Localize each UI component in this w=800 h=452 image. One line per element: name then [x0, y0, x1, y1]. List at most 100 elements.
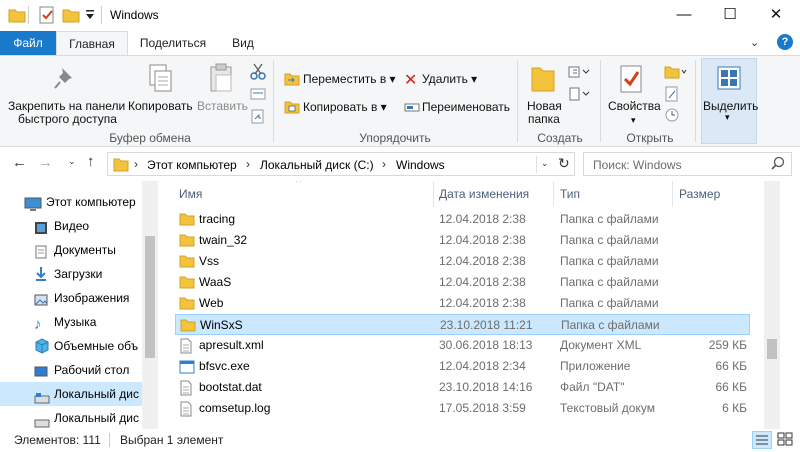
folder-icon: [113, 157, 129, 175]
open-group-label: Открыть: [626, 131, 674, 145]
pictures-icon: [34, 291, 48, 310]
move-to-button[interactable]: Переместить в ▾: [303, 72, 396, 86]
new-folder-icon[interactable]: [62, 6, 80, 24]
tab-file[interactable]: Файл: [0, 31, 56, 55]
close-button[interactable]: ✕: [753, 0, 799, 30]
nav-item-3d-objects[interactable]: Объемные объ: [0, 334, 142, 358]
file-size: 259 КБ: [708, 338, 747, 352]
table-row[interactable]: bootstat.dat 23.10.2018 14:16 Файл "DAT" 66…: [175, 377, 750, 398]
properties-button[interactable]: Свойства: [608, 99, 661, 113]
new-folder-button-line2[interactable]: папка: [528, 112, 560, 126]
file-date: 12.04.2018 2:34: [439, 359, 526, 373]
new-folder-button[interactable]: Новая: [527, 99, 562, 113]
large-icons-view-button[interactable]: [776, 431, 796, 449]
table-row[interactable]: Web 12.04.2018 2:38 Папка с файлами: [175, 293, 750, 314]
new-item-icon[interactable]: [568, 64, 592, 83]
column-header-size[interactable]: Размер: [679, 187, 720, 201]
file-date: 17.05.2018 3:59: [439, 401, 526, 415]
new-folder-icon: [530, 64, 556, 97]
maximize-button[interactable]: ☐: [707, 0, 753, 30]
column-divider[interactable]: [553, 181, 554, 207]
nav-item-documents[interactable]: Документы: [0, 238, 142, 262]
rename-button[interactable]: Переименовать: [422, 100, 510, 114]
up-arrow-icon[interactable]: ↑: [87, 153, 95, 170]
history-icon[interactable]: [664, 107, 680, 126]
large-icons-view-icon: [777, 432, 793, 446]
table-row[interactable]: comsetup.log 17.05.2018 3:59 Текстовый док…: [175, 398, 750, 419]
nav-item-this-pc[interactable]: Этот компьютер: [0, 190, 142, 214]
file-list-scrollbar[interactable]: [764, 181, 780, 429]
nav-item-videos[interactable]: Видео: [0, 214, 142, 238]
breadcrumb-separator-icon[interactable]: ›: [382, 157, 386, 171]
tab-share[interactable]: Поделиться: [130, 31, 216, 55]
select-button-label[interactable]: Выделить: [703, 99, 758, 113]
details-view-button[interactable]: [752, 431, 772, 449]
help-icon[interactable]: ?: [777, 34, 793, 50]
file-name: bootstat.dat: [199, 380, 262, 394]
copy-button[interactable]: Копировать: [128, 99, 193, 113]
chevron-down-icon[interactable]: ▾: [725, 112, 730, 123]
tab-home[interactable]: Главная: [56, 31, 128, 55]
open-icon[interactable]: [664, 64, 688, 83]
customize-quick-access-icon[interactable]: [84, 8, 96, 25]
nav-label: Видео: [54, 219, 90, 233]
easy-access-icon[interactable]: [568, 86, 592, 105]
breadcrumb-this-pc[interactable]: Этот компьютер: [147, 158, 237, 172]
paste-button[interactable]: Вставить: [197, 99, 248, 113]
search-icon[interactable]: [770, 156, 786, 175]
paste-shortcut-icon[interactable]: [250, 108, 266, 127]
table-row[interactable]: Vss 12.04.2018 2:38 Папка с файлами: [175, 251, 750, 272]
edit-icon[interactable]: [664, 86, 680, 105]
back-arrow-icon[interactable]: ←: [12, 154, 27, 171]
pin-button[interactable]: Закрепить на панели: [8, 99, 125, 113]
file-type: Папка с файлами: [560, 296, 659, 310]
column-header-type[interactable]: Тип: [560, 187, 580, 201]
table-row[interactable]: tracing 12.04.2018 2:38 Папка с файлами: [175, 209, 750, 230]
copy-to-button[interactable]: Копировать в ▾: [303, 100, 387, 114]
breadcrumb-local-disk[interactable]: Локальный диск (C:): [260, 158, 374, 172]
computer-icon: [24, 195, 42, 214]
column-divider[interactable]: [672, 181, 673, 207]
chevron-down-icon[interactable]: ▾: [631, 115, 636, 126]
file-type: Файл "DAT": [560, 380, 625, 394]
copy-path-icon[interactable]: [250, 86, 266, 105]
breadcrumb-separator-icon[interactable]: ›: [134, 157, 138, 171]
nav-label: Рабочий стол: [54, 363, 130, 377]
table-row[interactable]: WinSxS 23.10.2018 11:21 Папка с файлами: [175, 314, 750, 335]
minimize-button[interactable]: —: [661, 0, 707, 30]
table-row[interactable]: twain_32 12.04.2018 2:38 Папка с файлами: [175, 230, 750, 251]
nav-label: Музыка: [54, 315, 97, 329]
table-row[interactable]: WaaS 12.04.2018 2:38 Папка с файлами: [175, 272, 750, 293]
nav-item-desktop[interactable]: Рабочий стол: [0, 358, 142, 382]
column-divider[interactable]: [433, 181, 434, 207]
file-size: 66 КБ: [715, 359, 747, 373]
table-row[interactable]: bfsvc.exe 12.04.2018 2:34 Приложение 66 КБ: [175, 356, 750, 377]
nav-item-local-disk-c[interactable]: Локальный дис: [0, 382, 142, 406]
nav-item-downloads[interactable]: Загрузки: [0, 262, 142, 286]
file-list-scrollbar-thumb[interactable]: [767, 339, 777, 359]
search-input[interactable]: Поиск: Windows: [583, 152, 792, 176]
refresh-icon[interactable]: ↻: [558, 155, 570, 172]
nav-item-pictures[interactable]: Изображения: [0, 286, 142, 310]
nav-item-local-disk-d[interactable]: Локальный дис: [0, 406, 142, 429]
column-header-name[interactable]: Имя: [179, 187, 202, 201]
delete-button[interactable]: Удалить ▾: [422, 72, 477, 86]
chevron-down-icon[interactable]: ⌄: [750, 36, 759, 49]
recent-locations-icon[interactable]: ⌄: [68, 156, 76, 167]
status-bar: Элементов: 111 Выбран 1 элемент: [0, 429, 800, 452]
nav-scrollbar-thumb[interactable]: [145, 236, 155, 358]
table-row[interactable]: apresult.xml 30.06.2018 18:13 Документ XML…: [175, 335, 750, 356]
chevron-down-icon[interactable]: ⌄: [541, 158, 549, 169]
breadcrumb-windows[interactable]: Windows: [396, 158, 445, 172]
file-type: Папка с файлами: [560, 212, 659, 226]
tab-view[interactable]: Вид: [220, 31, 266, 55]
pin-button-line2[interactable]: быстрого доступа: [18, 112, 117, 126]
forward-arrow-icon[interactable]: →: [38, 154, 53, 171]
cut-icon[interactable]: [250, 63, 266, 84]
breadcrumb-separator-icon[interactable]: ›: [246, 157, 250, 171]
properties-icon[interactable]: [38, 6, 56, 24]
address-field[interactable]: › Этот компьютер › Локальный диск (C:) ›…: [107, 152, 575, 176]
nav-item-music[interactable]: ♪ Музыка: [0, 310, 142, 334]
column-header-date[interactable]: Дата изменения: [439, 187, 529, 201]
nav-scrollbar[interactable]: [142, 181, 158, 429]
